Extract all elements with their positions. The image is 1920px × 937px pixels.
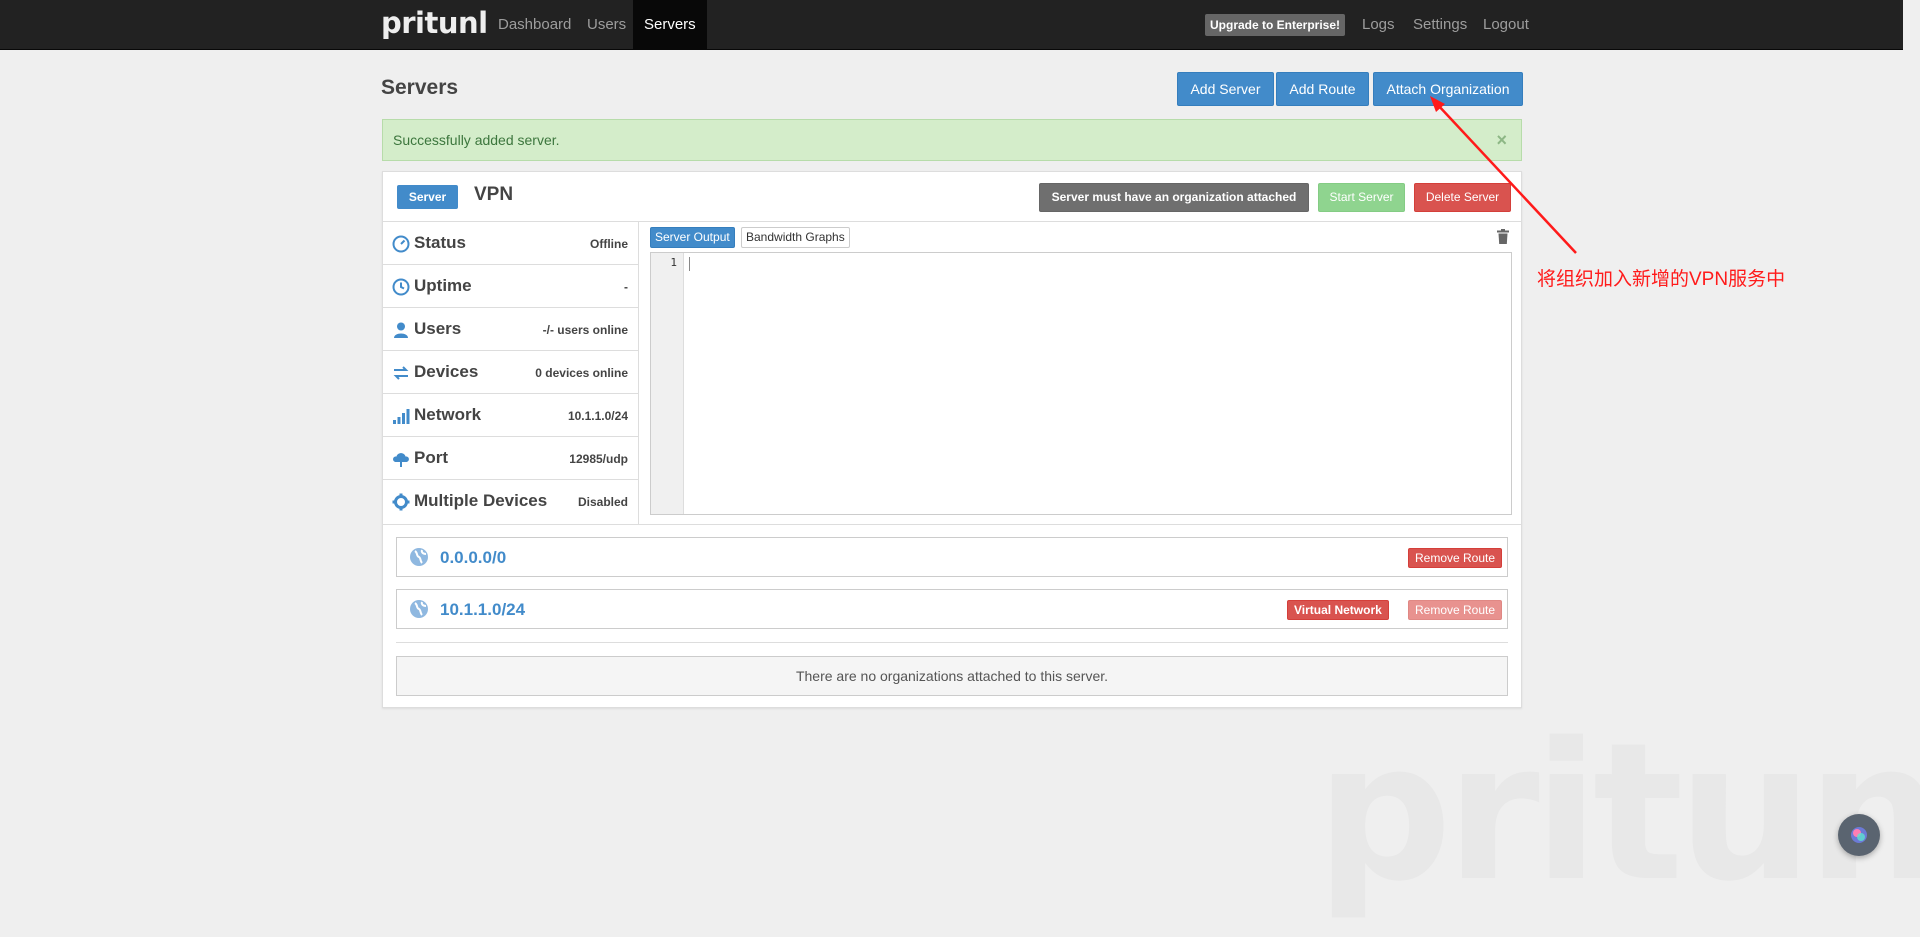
success-alert: Successfully added server. × [382, 119, 1522, 161]
stat-network: Network 10.1.1.0/24 [383, 394, 638, 437]
start-server-button[interactable]: Start Server [1318, 183, 1405, 212]
assistant-orb-icon [1851, 827, 1867, 843]
transfer-icon [393, 366, 409, 380]
nav-logs[interactable]: Logs [1351, 0, 1406, 50]
clock-icon [392, 278, 410, 296]
remove-route-button[interactable]: Remove Route [1408, 600, 1503, 620]
stat-value: - [624, 280, 628, 294]
nav-settings[interactable]: Settings [1402, 0, 1478, 50]
stat-label: Network [414, 405, 482, 424]
globe-icon [410, 600, 428, 618]
page-title: Servers [381, 76, 459, 99]
stat-label: Users [414, 319, 462, 338]
server-panel: Server VPN Server must have an organizat… [382, 171, 1522, 708]
route-item: 0.0.0.0/0 Remove Route [396, 537, 1508, 577]
stat-label: Multiple Devices [414, 491, 548, 510]
gear-icon [392, 493, 410, 511]
stat-users: Users -/- users online [383, 308, 638, 351]
text-caret [689, 257, 690, 271]
stat-label: Port [414, 448, 448, 467]
stat-label: Status [414, 233, 466, 252]
add-server-button[interactable]: Add Server [1177, 72, 1274, 106]
server-label-badge: Server [397, 185, 458, 209]
brand-logo[interactable]: pritunl [381, 6, 488, 40]
stat-uptime: Uptime - [383, 265, 638, 308]
signal-icon [393, 409, 410, 424]
editor-gutter: 1 [651, 253, 684, 514]
route-network[interactable]: 10.1.1.0/24 [440, 600, 525, 620]
stat-multiple-devices: Multiple Devices Disabled [383, 480, 638, 523]
nav-servers[interactable]: Servers [633, 0, 707, 50]
stat-value: -/- users online [542, 323, 628, 337]
stat-value: 0 devices online [535, 366, 628, 380]
attach-organization-button[interactable]: Attach Organization [1373, 72, 1523, 106]
org-required-warning: Server must have an organization attache… [1039, 183, 1309, 212]
remove-route-button[interactable]: Remove Route [1408, 548, 1503, 568]
stat-status: Status Offline [383, 222, 638, 265]
stat-port: Port 12985/udp [383, 437, 638, 480]
nav-logout[interactable]: Logout [1472, 0, 1540, 50]
virtual-network-badge: Virtual Network [1287, 600, 1389, 620]
stat-value: 12985/udp [569, 452, 628, 466]
upgrade-enterprise-button[interactable]: Upgrade to Enterprise! [1205, 14, 1346, 36]
route-item: 10.1.1.0/24 Virtual Network Remove Route [396, 589, 1508, 629]
no-organizations-message: There are no organizations attached to t… [396, 656, 1508, 696]
server-output-editor[interactable]: 1 [650, 252, 1512, 515]
stat-devices: Devices 0 devices online [383, 351, 638, 394]
nav-dashboard[interactable]: Dashboard [487, 0, 582, 50]
section-divider [383, 524, 1521, 525]
stat-label: Uptime [414, 276, 472, 295]
stat-value: Disabled [577, 495, 628, 509]
floating-assistant-button[interactable] [1838, 814, 1880, 856]
line-number: 1 [670, 256, 677, 269]
user-icon [394, 322, 408, 338]
alert-message: Successfully added server. [393, 132, 560, 148]
delete-server-button[interactable]: Delete Server [1414, 183, 1511, 212]
annotation-text: 将组织加入新增的VPN服务中 [1537, 269, 1786, 290]
server-stats: Status Offline Uptime - Users -/- users … [383, 222, 639, 524]
cloud-upload-icon [393, 453, 409, 467]
stat-value: Offline [590, 237, 628, 251]
route-network[interactable]: 0.0.0.0/0 [440, 548, 506, 568]
add-route-button[interactable]: Add Route [1276, 72, 1369, 106]
server-panel-header: Server VPN Server must have an organizat… [383, 172, 1521, 222]
top-navbar: pritunl Dashboard Users Servers Upgrade … [0, 0, 1903, 50]
tab-server-output[interactable]: Server Output [650, 227, 735, 248]
orgs-divider [396, 642, 1508, 643]
trash-icon[interactable] [1497, 229, 1509, 244]
globe-icon [410, 548, 428, 566]
server-name[interactable]: VPN [474, 184, 513, 206]
stat-value: 10.1.1.0/24 [567, 409, 628, 423]
tab-bandwidth-graphs[interactable]: Bandwidth Graphs [741, 227, 850, 248]
speedometer-icon [392, 235, 410, 253]
alert-close-button[interactable]: × [1496, 120, 1507, 160]
nav-users[interactable]: Users [576, 0, 637, 50]
pritunl-watermark: pritunl [1316, 702, 1920, 923]
stat-label: Devices [414, 362, 479, 381]
